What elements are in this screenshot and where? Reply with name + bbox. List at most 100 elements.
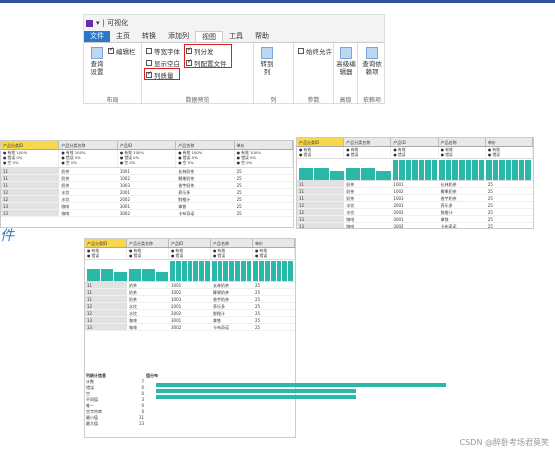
table-row[interactable]: 11 奶茶 1003 香芋奶茶 25 — [297, 195, 533, 202]
table-cell: 奶茶 — [346, 196, 355, 201]
editor-bar-checkbox[interactable]: 编辑栏 — [108, 46, 136, 56]
table-cell: 1003 — [119, 183, 130, 188]
distribution-bar — [187, 261, 193, 281]
table-cell: 奶茶 — [129, 297, 137, 302]
table-row[interactable]: 11 奶茶 1001 长林奶茶 25 — [85, 282, 295, 289]
distribution-bar — [399, 160, 405, 180]
header-cell[interactable]: 单价 — [253, 239, 295, 247]
table-cell: 2002 — [171, 311, 182, 316]
side-text: 件 — [0, 228, 14, 244]
table-row[interactable]: 13 咖啡 3001 拿铁 25 — [85, 317, 295, 324]
table-row[interactable]: 12 水饮 2002 鲜橙汁 25 — [297, 209, 533, 216]
table-row[interactable]: 12 水饮 2002 鲜橙汁 25 — [85, 310, 295, 317]
header-cell[interactable]: 单价 — [235, 141, 293, 149]
query-settings-button[interactable]: 查询 设置 — [87, 47, 107, 76]
distribution-bar — [264, 261, 270, 281]
distribution-bar — [217, 261, 223, 281]
header-cell[interactable]: 产品分类名称 — [59, 141, 118, 149]
table-cell: 2001 — [171, 304, 182, 309]
header-cell[interactable]: 产品名称 — [211, 239, 253, 247]
distribution-bar — [170, 261, 175, 281]
group-data-preview: 等宽字体 显示空白 列质量 列分发 列配置文件 数据预览 — [142, 43, 254, 103]
tab-add-column[interactable]: 添加列 — [162, 31, 195, 42]
table-row[interactable]: 11 奶茶 1001 长林奶茶 25 — [1, 168, 293, 175]
value-distribution: 值分布 — [146, 373, 446, 433]
monospace-checkbox[interactable]: 等宽字体 — [146, 46, 180, 56]
table-cell: 奶茶 — [129, 290, 137, 295]
distribution-row — [297, 159, 533, 181]
table-cell: 奶茶 — [61, 176, 70, 181]
tab-file[interactable]: 文件 — [84, 31, 110, 42]
table-row[interactable]: 12 水饮 2001 养乐多 25 — [85, 303, 295, 310]
ribbon-tabs: 文件 主页 转换 添加列 视图 工具 帮助 — [84, 31, 384, 42]
table-row[interactable]: 11 奶茶 1003 香芋奶茶 25 — [85, 296, 295, 303]
table-row[interactable]: 11 奶茶 1001 长林奶茶 25 — [297, 181, 533, 188]
table-row[interactable]: 12 水饮 2001 养乐多 25 — [297, 202, 533, 209]
header-cell[interactable]: 单价 — [486, 138, 533, 146]
distribution-chart — [253, 261, 293, 281]
table-row[interactable]: 11 奶茶 1003 香芋奶茶 25 — [1, 182, 293, 189]
header-cell[interactable]: 产品分类ID — [297, 138, 345, 146]
show-whitespace-checkbox[interactable]: 显示空白 — [146, 58, 180, 68]
table-row[interactable]: 11 奶茶 1002 椰果奶茶 25 — [297, 188, 533, 195]
table-cell: 25 — [487, 217, 493, 222]
table-row[interactable]: 13 咖啡 3002 卡布奇诺 25 — [297, 223, 533, 228]
table-row[interactable]: 13 咖啡 3001 拿铁 25 — [297, 216, 533, 223]
save-icon[interactable] — [86, 19, 93, 27]
checkbox-icon — [146, 48, 152, 54]
table-row[interactable]: 13 咖啡 3002 卡布奇诺 25 — [85, 324, 295, 331]
distribution-bar — [472, 160, 478, 180]
group-label-parameters: 参数 — [307, 97, 320, 104]
ribbon: ▾ | 可视化 文件 主页 转换 添加列 视图 工具 帮助 查询 设置 编辑栏 … — [83, 14, 385, 104]
table-cell: 25 — [487, 203, 493, 208]
query-settings-icon — [91, 47, 103, 59]
always-allow-checkbox[interactable]: 始终允许 — [298, 46, 332, 56]
top-accent-bar — [0, 0, 555, 3]
header-cell[interactable]: 产品ID — [169, 239, 211, 247]
table-cell: 椰果奶茶 — [178, 176, 195, 181]
table-cell: 3001 — [171, 318, 182, 323]
table-cell: 25 — [255, 318, 261, 323]
table-cell: 拿铁 — [213, 318, 221, 323]
table-cell: 1003 — [393, 196, 404, 201]
header-cell[interactable]: 产品分类ID — [1, 141, 60, 149]
table-cell: 13 — [85, 324, 127, 330]
distribution-bar — [276, 261, 282, 281]
column-statistics: 列统计信息 计数 7 错误 0 空 0 不同值 3 唯一 0 空字符串 0 最小值 11 最大值 13 — [86, 373, 144, 433]
header-cell[interactable]: 产品分类名称 — [127, 239, 169, 247]
qat-dropdown-icon[interactable]: ▾ — [96, 19, 100, 27]
table-cell: 1002 — [393, 189, 404, 194]
tab-transform[interactable]: 转换 — [136, 31, 162, 42]
header-cell[interactable]: 产品分类名称 — [344, 138, 392, 146]
table-cell: 25 — [487, 196, 493, 201]
header-cell[interactable]: 产品ID — [118, 141, 177, 149]
query-dependencies-button[interactable]: 查询依 赖项 — [360, 47, 384, 76]
tab-help[interactable]: 帮助 — [249, 31, 275, 42]
tab-tools[interactable]: 工具 — [223, 31, 249, 42]
header-cell[interactable]: 产品名称 — [439, 138, 486, 146]
distribution-bar — [465, 160, 472, 180]
tab-home[interactable]: 主页 — [110, 31, 136, 42]
table-row[interactable]: 13 咖啡 3002 卡布奇诺 25 — [1, 210, 293, 217]
distribution-bar — [425, 160, 431, 180]
table-cell: 25 — [255, 304, 261, 309]
advanced-editor-button[interactable]: 高级编 辑器 — [336, 47, 356, 76]
header-cell[interactable]: 产品分类ID — [85, 239, 127, 247]
header-cell[interactable]: 产品ID — [391, 138, 439, 146]
group-label-columns: 列 — [270, 97, 277, 104]
table-row[interactable]: 11 奶茶 1002 椰果奶茶 25 — [85, 289, 295, 296]
table-row[interactable]: 11 奶茶 1002 椰果奶茶 25 — [1, 175, 293, 182]
goto-column-button[interactable]: 转到 列 — [258, 47, 276, 76]
group-parameters: 始终允许 参数 — [294, 43, 334, 104]
value-dist-title: 值分布 — [146, 373, 158, 378]
table-row[interactable]: 12 水饮 2002 鲜橙汁 25 — [1, 196, 293, 203]
distribution-bar — [211, 261, 217, 281]
distribution-bar — [155, 272, 169, 281]
table-cell: 2002 — [393, 210, 404, 215]
table-row[interactable]: 12 水饮 2001 养乐多 25 — [1, 189, 293, 196]
table-row[interactable]: 13 咖啡 3001 拿铁 25 — [1, 203, 293, 210]
header-cell[interactable]: 产品名称 — [176, 141, 235, 149]
distribution-bar — [452, 160, 459, 180]
tab-view[interactable]: 视图 — [195, 31, 223, 42]
distribution-bar — [412, 160, 418, 180]
